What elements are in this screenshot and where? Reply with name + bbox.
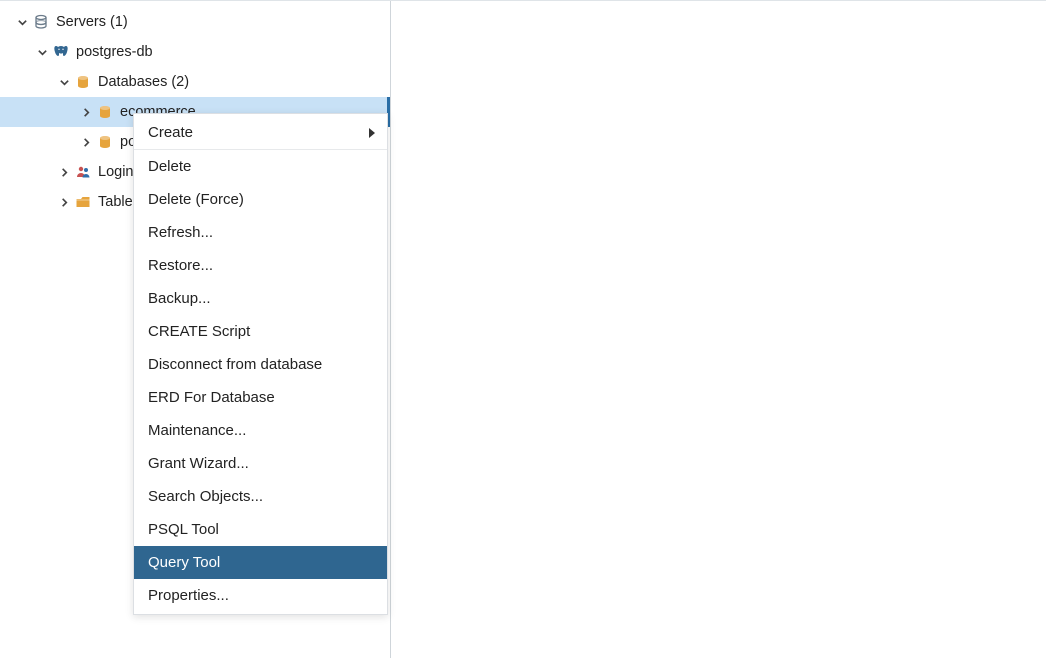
database-icon <box>96 133 114 151</box>
menu-item-refresh[interactable]: Refresh... <box>134 216 387 249</box>
postgres-elephant-icon <box>52 43 70 61</box>
menu-item-maintenance[interactable]: Maintenance... <box>134 414 387 447</box>
chevron-right-icon[interactable] <box>78 134 94 150</box>
menu-item-delete[interactable]: Delete <box>134 150 387 183</box>
menu-item-label: Create <box>148 124 193 141</box>
menu-item-erd[interactable]: ERD For Database <box>134 381 387 414</box>
chevron-right-icon[interactable] <box>56 164 72 180</box>
menu-item-disconnect[interactable]: Disconnect from database <box>134 348 387 381</box>
object-browser-sidebar: Servers (1) postgres-db <box>0 1 391 658</box>
server-group-icon <box>32 13 50 31</box>
menu-item-label: Restore... <box>148 257 213 274</box>
tree-node-server[interactable]: postgres-db <box>0 37 390 67</box>
menu-item-label: Search Objects... <box>148 488 263 505</box>
menu-item-create[interactable]: Create <box>134 116 387 149</box>
app-layout: Servers (1) postgres-db <box>0 0 1046 658</box>
menu-item-label: ERD For Database <box>148 389 275 406</box>
menu-item-label: CREATE Script <box>148 323 250 340</box>
menu-item-label: Delete (Force) <box>148 191 244 208</box>
menu-item-label: Properties... <box>148 587 229 604</box>
menu-item-query-tool[interactable]: Query Tool <box>134 546 387 579</box>
chevron-right-icon[interactable] <box>78 104 94 120</box>
chevron-down-icon[interactable] <box>34 44 50 60</box>
menu-item-label: Delete <box>148 158 191 175</box>
login-roles-icon <box>74 163 92 181</box>
main-panel <box>391 1 1046 658</box>
chevron-right-icon[interactable] <box>56 194 72 210</box>
menu-item-label: Refresh... <box>148 224 213 241</box>
tree-node-label: postgres-db <box>76 44 153 60</box>
menu-item-properties[interactable]: Properties... <box>134 579 387 612</box>
menu-item-label: Backup... <box>148 290 211 307</box>
tree-node-databases[interactable]: Databases (2) <box>0 67 390 97</box>
context-menu: Create Delete Delete (Force) Refresh... … <box>133 113 388 615</box>
menu-item-psql-tool[interactable]: PSQL Tool <box>134 513 387 546</box>
menu-item-grant-wizard[interactable]: Grant Wizard... <box>134 447 387 480</box>
menu-item-restore[interactable]: Restore... <box>134 249 387 282</box>
menu-item-label: Maintenance... <box>148 422 246 439</box>
chevron-down-icon[interactable] <box>14 14 30 30</box>
menu-item-label: Grant Wizard... <box>148 455 249 472</box>
menu-item-create-script[interactable]: CREATE Script <box>134 315 387 348</box>
tree-node-servers[interactable]: Servers (1) <box>0 7 390 37</box>
chevron-down-icon[interactable] <box>56 74 72 90</box>
menu-item-delete-force[interactable]: Delete (Force) <box>134 183 387 216</box>
tree-node-label: Databases (2) <box>98 74 189 90</box>
menu-item-label: Query Tool <box>148 554 220 571</box>
menu-item-search-objects[interactable]: Search Objects... <box>134 480 387 513</box>
tree-node-label: Servers (1) <box>56 14 128 30</box>
menu-item-label: Disconnect from database <box>148 356 322 373</box>
tablespace-icon <box>74 193 92 211</box>
database-icon <box>96 103 114 121</box>
menu-item-label: PSQL Tool <box>148 521 219 538</box>
menu-item-backup[interactable]: Backup... <box>134 282 387 315</box>
database-group-icon <box>74 73 92 91</box>
